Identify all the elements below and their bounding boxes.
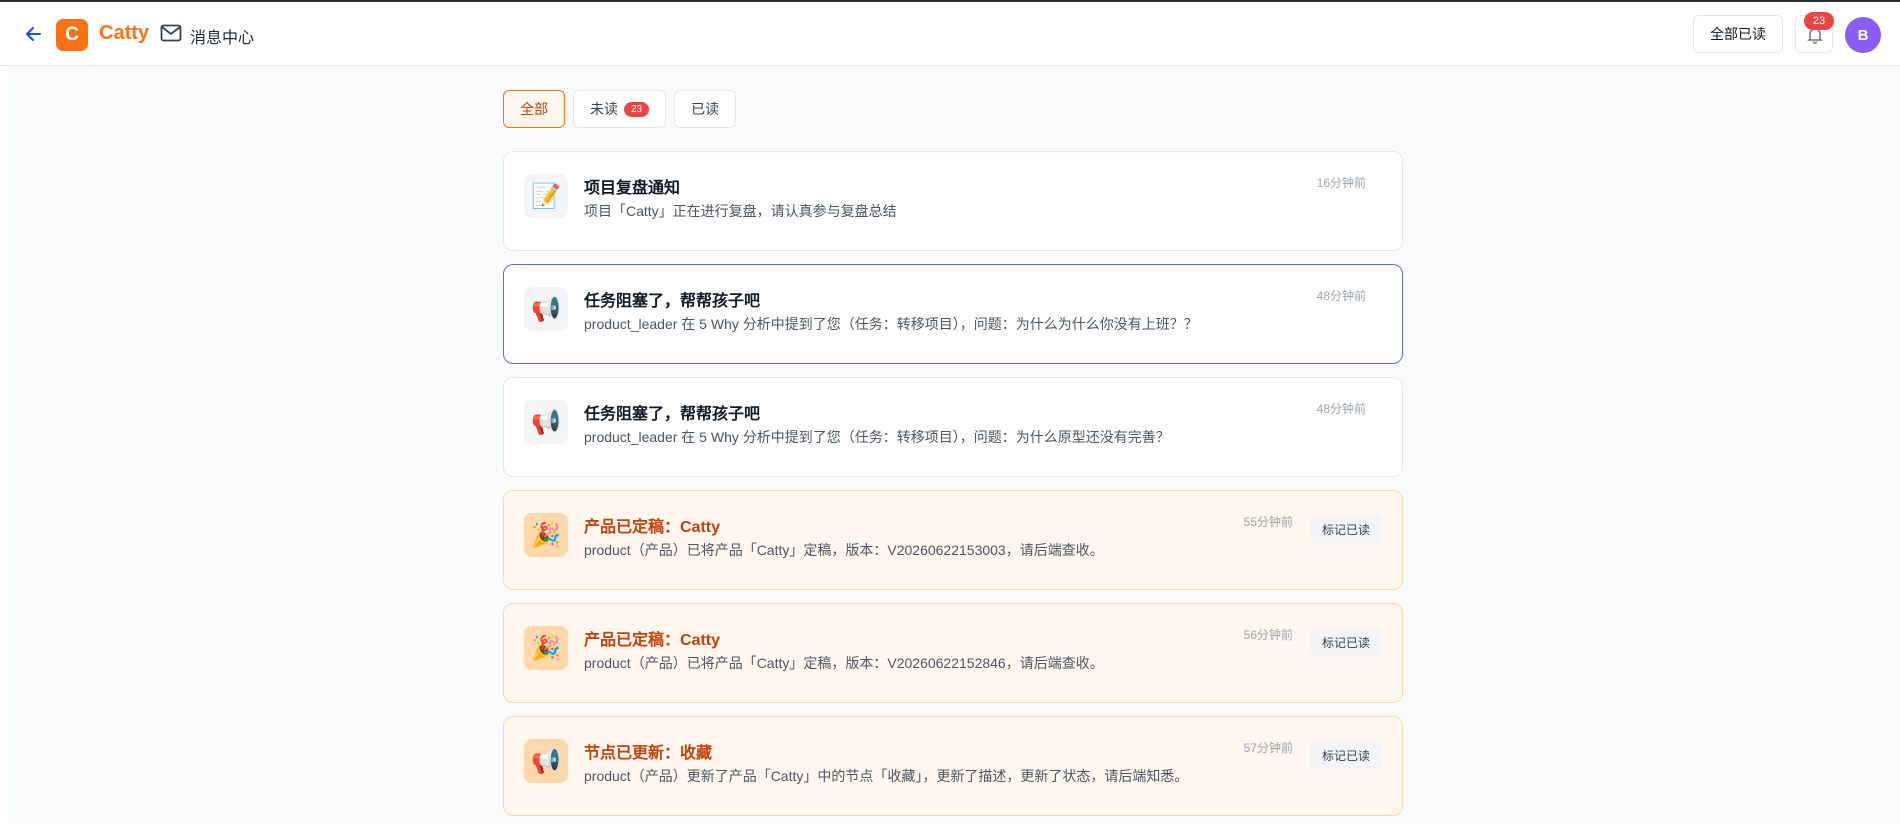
notification-card-unread[interactable]: 📢 节点已更新：收藏 product（产品）更新了产品「Catty」中的节点「收… [503,716,1403,816]
user-avatar[interactable]: B [1845,17,1881,53]
party-popper-icon: 🎉 [524,513,568,557]
tab-unread[interactable]: 未读 23 [573,90,667,128]
notification-title: 任务阻塞了，帮帮孩子吧 [584,406,761,423]
notification-time: 55分钟前 [1243,515,1293,529]
app-header: C Catty 消息中心 全部已读 23 B [0,2,1900,66]
notification-card[interactable]: 📢 任务阻塞了，帮帮孩子吧 product_leader 在 5 Why 分析中… [503,377,1403,477]
notification-time: 57分钟前 [1243,741,1293,755]
notification-title: 任务阻塞了，帮帮孩子吧 [584,293,761,310]
notification-title: 项目复盘通知 [584,180,681,197]
tab-all[interactable]: 全部 [503,90,565,128]
notification-body: product（产品）更新了产品「Catty」中的节点「收藏」，更新了描述，更新… [584,768,1189,784]
brand-name: Catty [99,22,150,44]
tab-label: 全部 [520,101,548,117]
notification-time: 56分钟前 [1243,628,1293,642]
notification-card-unread[interactable]: 🎉 产品已定稿：Catty product（产品）已将产品「Catty」定稿，版… [503,603,1403,703]
party-popper-icon: 🎉 [524,626,568,670]
megaphone-icon: 📢 [524,739,568,783]
mark-read-button[interactable]: 标记已读 [1310,515,1382,543]
notification-body: 项目「Catty」正在进行复盘，请认真参与复盘总结 [584,203,897,219]
mail-icon [160,24,182,42]
tab-label: 已读 [691,101,720,117]
filter-tabs: 全部 未读 23 已读 [503,90,737,128]
arrow-left-icon[interactable] [20,20,48,48]
tab-read[interactable]: 已读 [674,90,737,128]
mark-all-read-button[interactable]: 全部已读 [1693,15,1783,53]
notification-card[interactable]: 📢 任务阻塞了，帮帮孩子吧 product_leader 在 5 Why 分析中… [503,264,1403,364]
memo-icon: 📝 [524,174,568,218]
notification-card-unread[interactable]: 🎉 产品已定稿：Catty product（产品）已将产品「Catty」定稿，版… [503,490,1403,590]
mark-read-button[interactable]: 标记已读 [1310,628,1382,656]
notification-time: 16分钟前 [1316,176,1366,190]
notification-time: 48分钟前 [1316,289,1366,303]
notification-title: 产品已定稿：Catty [584,519,721,536]
notification-title: 产品已定稿：Catty [584,632,721,649]
page-title: 消息中心 [190,30,255,47]
mark-read-button[interactable]: 标记已读 [1310,741,1382,769]
notification-body: product（产品）已将产品「Catty」定稿，版本：V20260622153… [584,542,1104,558]
notification-body: product_leader 在 5 Why 分析中提到了您（任务：转移项目），… [584,429,1170,445]
notification-list: 📝 项目复盘通知 项目「Catty」正在进行复盘，请认真参与复盘总结 16分钟前… [503,151,1403,829]
tab-label: 未读 [590,101,618,117]
notification-body: product（产品）已将产品「Catty」定稿，版本：V20260622152… [584,655,1104,671]
notification-time: 48分钟前 [1316,402,1366,416]
megaphone-icon: 📢 [524,400,568,444]
app-logo: C [56,19,88,51]
notification-card[interactable]: 📝 项目复盘通知 项目「Catty」正在进行复盘，请认真参与复盘总结 16分钟前 [503,151,1403,251]
megaphone-icon: 📢 [524,287,568,331]
notification-title: 节点已更新：收藏 [584,745,713,762]
unread-count-badge: 23 [624,101,650,117]
notification-count-badge: 23 [1804,12,1834,30]
notification-body: product_leader 在 5 Why 分析中提到了您（任务：转移项目），… [584,316,1198,332]
